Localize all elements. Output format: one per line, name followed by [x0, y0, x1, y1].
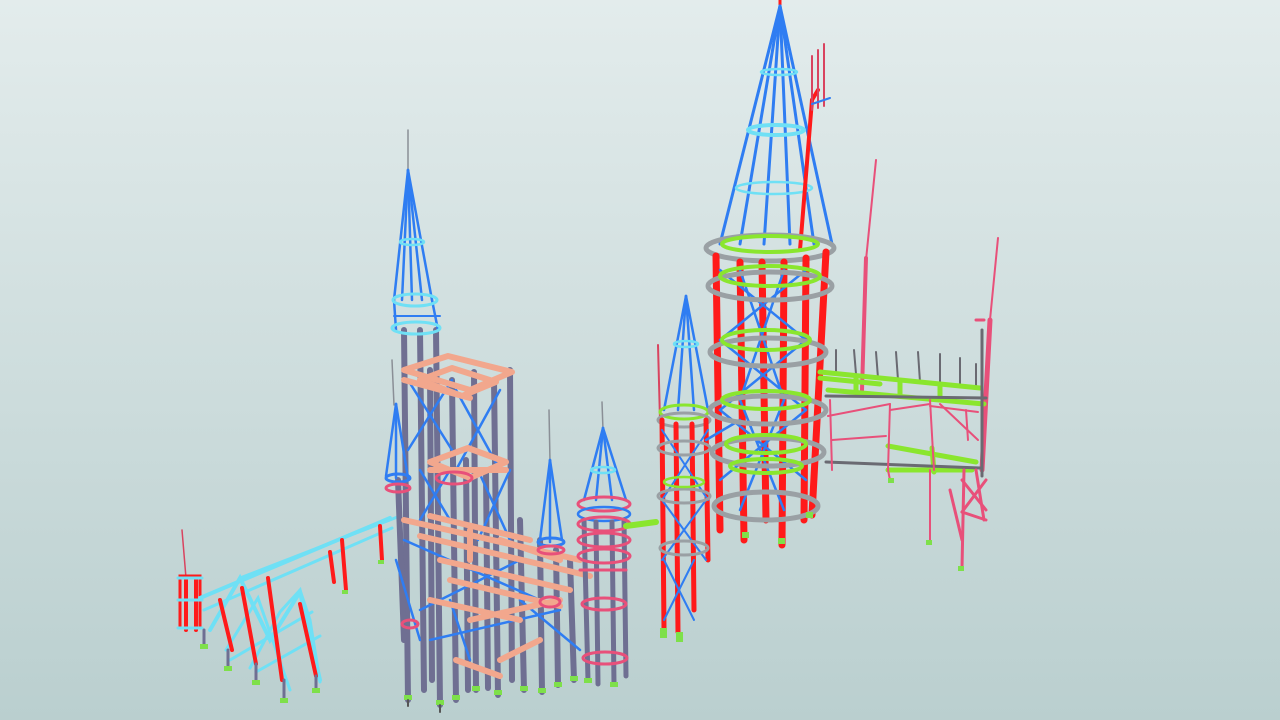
- viewport-background: [0, 0, 1280, 720]
- 3d-structural-viewport[interactable]: [0, 0, 1280, 720]
- steel-structure-model: [0, 0, 1280, 720]
